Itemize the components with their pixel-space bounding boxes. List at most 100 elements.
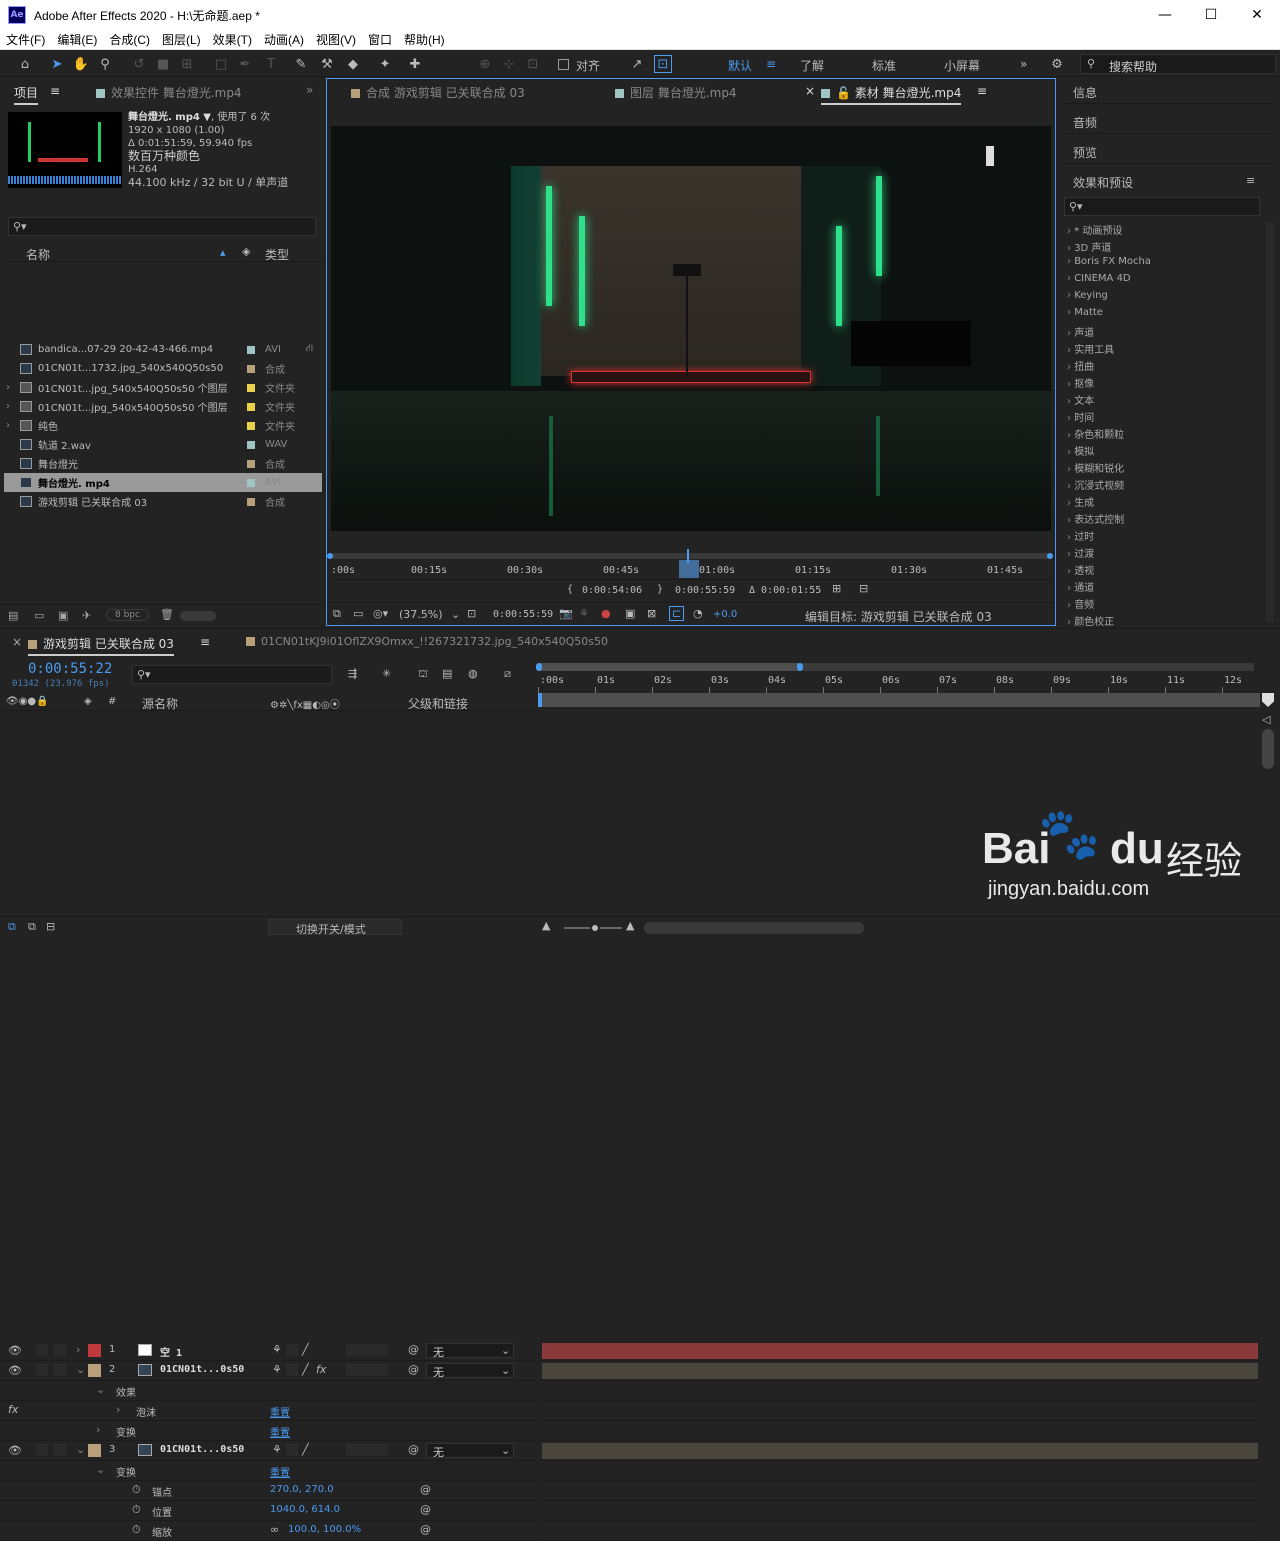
effects-menu-icon[interactable]: ≡ <box>1246 174 1255 187</box>
layer-duration-bar[interactable] <box>542 1343 1258 1359</box>
set-in-point-icon[interactable]: { <box>567 584 573 595</box>
project-settings-icon[interactable]: ✈ <box>82 609 91 622</box>
pickwhip-icon[interactable]: @ <box>408 1363 419 1376</box>
workspace-learn[interactable]: 了解 <box>800 57 824 74</box>
timeline-current-time[interactable]: 0:00:55:22 <box>28 661 112 677</box>
thumbnail-size-slider[interactable] <box>180 611 216 621</box>
new-folder-icon[interactable]: ▭ <box>34 609 44 622</box>
out-point[interactable]: 0:00:55:59 <box>675 585 735 596</box>
project-item[interactable]: › 纯色 文件夹 <box>4 416 322 435</box>
effects-category[interactable]: › 杂色和颗粒 <box>1067 426 1124 441</box>
maximize-button[interactable]: ☐ <box>1188 0 1234 30</box>
pickwhip-icon[interactable]: @ <box>420 1483 431 1496</box>
pickwhip-icon[interactable]: @ <box>420 1523 431 1536</box>
quality-slash-icon[interactable]: ╱ <box>302 1363 309 1376</box>
comp-marker-icon[interactable] <box>1262 693 1274 707</box>
lock-switch[interactable] <box>54 1344 66 1356</box>
project-item[interactable]: bandica...07-29 20-42-43-466.mp4 AVI ⛙ <box>4 340 322 359</box>
expand-icon[interactable]: › <box>6 401 10 412</box>
snap-icon[interactable]: ↗ <box>628 55 646 73</box>
layer-name[interactable]: 01CN01t...0s50 <box>160 1364 244 1375</box>
panel-effects-presets[interactable]: 效果和预设 <box>1061 168 1272 194</box>
layer-label-color[interactable] <box>88 1444 101 1457</box>
zoom-in-icon[interactable]: ▲ <box>626 919 634 932</box>
menu-effect[interactable]: 效果(T) <box>207 31 258 48</box>
panel-info[interactable]: 信息 <box>1061 78 1272 104</box>
menu-view[interactable]: 视图(V) <box>310 31 362 48</box>
navigator-start-handle[interactable] <box>327 553 333 559</box>
parent-select[interactable]: 无 ⌄ <box>426 1363 514 1379</box>
menu-layer[interactable]: 图层(L) <box>156 31 207 48</box>
parent-select[interactable]: 无 ⌄ <box>426 1343 514 1359</box>
zoom-select[interactable]: (37.5%) <box>399 608 443 621</box>
project-item[interactable]: 轨道 2.wav WAV <box>4 435 322 454</box>
timeline-property-row[interactable]: ⏱ 位置 1040.0, 614.0 @ <box>0 1501 536 1521</box>
effects-category[interactable]: › Boris FX Mocha <box>1067 256 1151 267</box>
blend-switches[interactable] <box>346 1444 388 1456</box>
visibility-eye-icon[interactable]: 👁 <box>8 1364 22 1377</box>
fx-switch-icon[interactable]: fx <box>316 1363 326 1376</box>
lock-switch[interactable] <box>54 1364 66 1376</box>
switches-header-icon[interactable]: ⚙✲╲fx▦◐◎⦿ <box>270 696 340 711</box>
effects-category[interactable]: › 透视 <box>1067 562 1094 577</box>
timeline-layer-row[interactable]: 👁 ⌄ 2 01CN01t...0s50 ⚘ ╱ fx @ 无 ⌄ <box>0 1361 536 1381</box>
timeline-layer-row[interactable]: 👁 ⌄ 3 01CN01t...0s50 ⚘ ╱ @ 无 ⌄ <box>0 1441 536 1461</box>
current-time[interactable]: 0:00:55:59 <box>493 609 553 620</box>
label-tag-icon[interactable]: ◈ <box>242 245 250 258</box>
project-menu-icon[interactable]: ≡ <box>50 84 60 98</box>
timeline-search-input[interactable]: ⚲▾ <box>132 665 332 684</box>
effects-category[interactable]: › 声道 <box>1067 324 1094 339</box>
pickwhip-icon[interactable]: @ <box>408 1343 419 1356</box>
panel-overflow-icon[interactable]: » <box>306 83 313 97</box>
snapping-toggle-icon[interactable]: ⊡ <box>654 55 672 73</box>
project-item[interactable]: 舞台燈光 合成 <box>4 454 322 473</box>
interpret-footage-icon[interactable]: ▤ <box>8 609 18 622</box>
tab-effect-controls[interactable]: 效果控件 舞台燈光.mp4 <box>96 84 242 101</box>
align-checkbox[interactable] <box>558 59 569 70</box>
panel-audio[interactable]: 音频 <box>1061 108 1272 134</box>
always-preview-icon[interactable]: ⧉ <box>333 607 341 621</box>
shy-switch-icon[interactable]: ⚘ <box>272 1363 282 1376</box>
workspace-default[interactable]: 默认 <box>728 57 752 74</box>
twirl-icon[interactable]: › <box>76 1343 80 1356</box>
property-value[interactable]: 270.0, 270.0 <box>270 1484 334 1495</box>
effects-category[interactable]: › 抠像 <box>1067 375 1094 390</box>
twirl-icon[interactable]: ⌄ <box>96 1463 105 1476</box>
layer-duration-bar[interactable] <box>542 1363 1258 1379</box>
effects-category[interactable]: › 扭曲 <box>1067 358 1094 373</box>
layer-label-color[interactable] <box>88 1344 101 1357</box>
twirl-icon[interactable]: ⌄ <box>76 1443 85 1456</box>
minimize-button[interactable]: — <box>1142 0 1188 30</box>
show-snapshot-icon[interactable]: ⚘ <box>579 607 589 620</box>
effects-category[interactable]: › 3D 声道 <box>1067 239 1111 254</box>
effect-name[interactable]: 泡沫 <box>136 1404 156 1419</box>
sort-asc-icon[interactable]: ▴ <box>220 246 226 259</box>
roto-brush-tool-icon[interactable]: ✦ <box>376 55 394 73</box>
label-color-swatch[interactable] <box>247 497 255 506</box>
twirl-icon[interactable]: ⌄ <box>96 1383 105 1396</box>
zoom-tool-icon[interactable]: ⚲ <box>96 55 114 73</box>
layer-label-color[interactable] <box>88 1364 101 1377</box>
effects-category[interactable]: › * 动画预设 <box>1067 222 1122 237</box>
effects-category[interactable]: › 生成 <box>1067 494 1094 509</box>
snapshot-icon[interactable]: 📷 <box>559 607 573 620</box>
constrain-link-icon[interactable]: ∞ <box>270 1523 279 1536</box>
project-item[interactable]: 01CN01t...1732.jpg_540x540Q50s50 合成 <box>4 359 322 378</box>
quality-switch[interactable] <box>286 1364 298 1376</box>
effects-category[interactable]: › Keying <box>1067 290 1108 301</box>
playhead-icon[interactable] <box>679 560 699 578</box>
lock-switch[interactable] <box>54 1444 66 1456</box>
column-name[interactable]: 名称 <box>26 246 50 263</box>
layer-switches-icon[interactable]: ⧉ <box>8 920 16 934</box>
effects-category[interactable]: › 通道 <box>1067 579 1094 594</box>
label-color-swatch[interactable] <box>247 440 255 449</box>
tab-project[interactable]: 项目 <box>14 84 39 105</box>
close-tab-icon[interactable]: × <box>12 635 22 649</box>
bpc-button[interactable]: 8 bpc <box>106 609 149 621</box>
label-color-swatch[interactable] <box>247 478 255 487</box>
exposure-value[interactable]: +0.0 <box>713 609 737 620</box>
eraser-tool-icon[interactable]: ◆ <box>344 55 362 73</box>
close-tab-icon[interactable]: × <box>805 84 815 98</box>
effects-scrollbar[interactable] <box>1266 222 1274 622</box>
work-area-start-handle[interactable] <box>536 663 542 671</box>
